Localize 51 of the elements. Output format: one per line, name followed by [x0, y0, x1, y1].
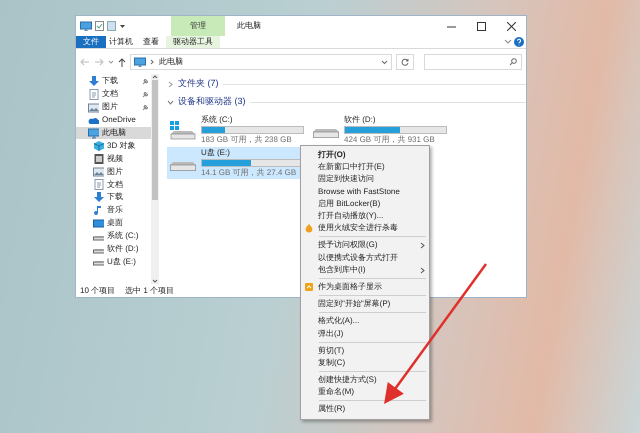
menu-item[interactable]: 启用 BitLocker(B)	[301, 198, 429, 210]
ribbon-tab[interactable]: 文件	[76, 36, 106, 48]
address-bar[interactable]: 此电脑	[130, 54, 392, 70]
ribbon-tab[interactable]: 查看	[136, 36, 166, 48]
menu-item[interactable]: 创建快捷方式(S)	[301, 374, 429, 386]
sidebar-item[interactable]: 文档	[76, 88, 151, 101]
menu-item[interactable]: 格式化(A)...	[301, 315, 429, 328]
sidebar-item[interactable]: 系统 (C:)	[76, 230, 151, 243]
menu-item[interactable]: 固定到"开始"屏幕(P)	[301, 298, 429, 310]
menu-item[interactable]: 以便携式设备方式打开	[301, 252, 429, 264]
sidebar-item[interactable]: 文档	[76, 178, 151, 192]
sidebar-item[interactable]: 桌面	[76, 216, 151, 230]
sidebar-item[interactable]: 3D 对象	[76, 139, 151, 152]
sidebar-item[interactable]: 软件 (D:)	[76, 242, 151, 256]
ribbon-context-group: 管理	[171, 16, 225, 36]
menu-item[interactable]: 使用火绒安全进行杀毒	[301, 222, 429, 234]
drive-space: 14.1 GB 可用，共 27.4 GB	[201, 168, 298, 178]
drive-space: 424 GB 可用，共 931 GB	[344, 135, 436, 145]
section-header[interactable]: 文件夹 (7)	[178, 77, 218, 91]
sidebar-item[interactable]: 图片	[76, 100, 151, 114]
menu-item[interactable]: 复制(C)	[301, 356, 429, 369]
drive-tile[interactable]: 软件 (D:) 424 GB 可用，共 931 GB	[310, 114, 450, 146]
drive-name: U盘 (E:)	[201, 148, 231, 158]
drive-tile[interactable]: 系统 (C:) 183 GB 可用，共 238 GB	[167, 114, 307, 146]
menu-item[interactable]: 授予访问权限(G)	[301, 239, 429, 252]
menu-item[interactable]: 重命名(M)	[301, 386, 429, 398]
menu-item[interactable]: 弹出(J)	[301, 327, 429, 340]
sidebar-item[interactable]: 音乐	[76, 204, 151, 217]
menu-item[interactable]: 作为桌面格子显示	[301, 280, 429, 294]
sidebar-item[interactable]: 下载	[76, 191, 151, 204]
drive-space: 183 GB 可用，共 238 GB	[201, 135, 293, 145]
window-title: 此电脑	[236, 20, 262, 32]
sidebar-item[interactable]: OneDrive	[76, 114, 151, 127]
sidebar-item[interactable]: 视频	[76, 152, 151, 166]
status-item-count: 10 个项目	[80, 284, 116, 296]
drive-name: 软件 (D:)	[344, 115, 377, 125]
sidebar-item[interactable]: U盘 (E:)	[76, 255, 151, 268]
sidebar-item[interactable]: 下载	[76, 75, 151, 88]
drive-name: 系统 (C:)	[201, 115, 234, 125]
menu-item[interactable]: 打开自动播放(Y)...	[301, 210, 429, 222]
sidebar-item[interactable]: 此电脑	[76, 126, 151, 140]
status-selection: 选中 1 个项目	[125, 284, 174, 296]
sidebar-item[interactable]: 图片	[76, 165, 151, 178]
ribbon-tab[interactable]: 驱动器工具	[166, 36, 220, 48]
menu-item[interactable]: 剪切(T)	[301, 344, 429, 357]
menu-item[interactable]: Browse with FastStone	[301, 186, 429, 198]
menu-item[interactable]: 包含到库中(I)	[301, 264, 429, 276]
section-header[interactable]: 设备和驱动器 (3)	[178, 95, 246, 109]
menu-item[interactable]: 属性(R)	[301, 403, 429, 416]
ribbon-tab[interactable]: 计算机	[106, 36, 136, 48]
address-path: 此电脑	[159, 56, 184, 68]
